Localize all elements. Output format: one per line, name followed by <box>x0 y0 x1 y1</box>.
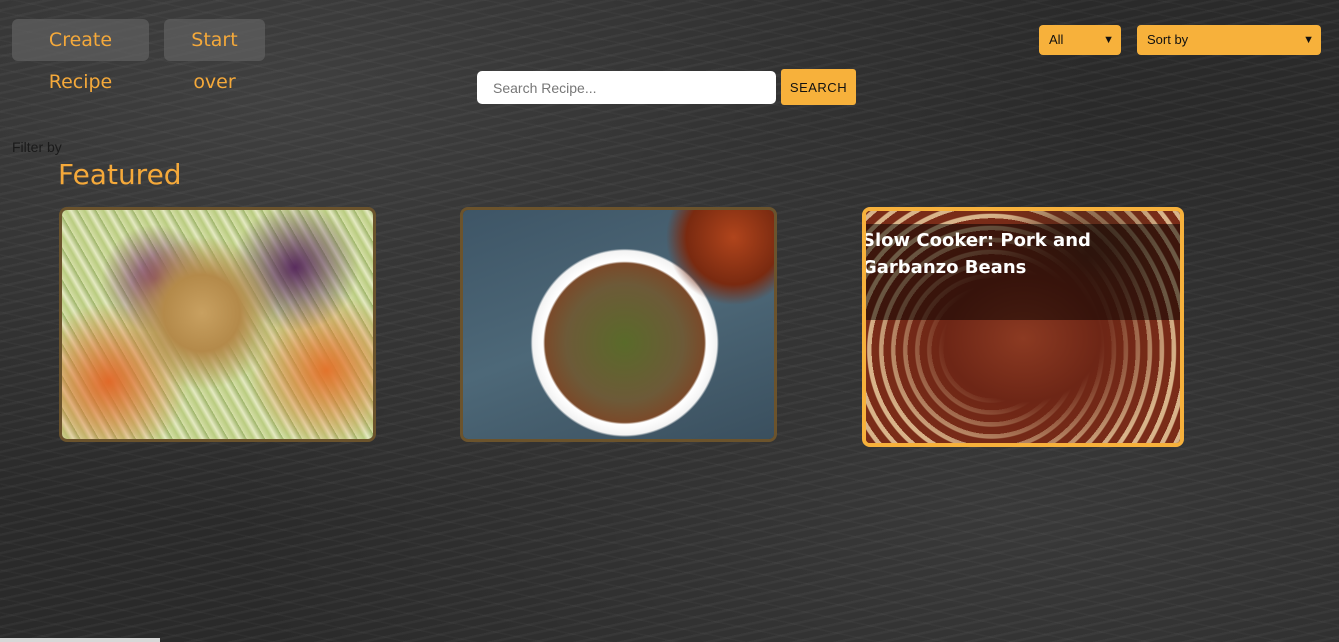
sort-select[interactable]: Sort by ▼ <box>1137 25 1321 55</box>
search-button[interactable]: SEARCH <box>781 69 856 105</box>
create-recipe-button[interactable]: Create Recipe <box>12 19 149 93</box>
recipe-card-salad[interactable] <box>59 207 376 442</box>
type-filter-select[interactable]: All ▼ <box>1039 25 1121 55</box>
salad-image <box>62 210 373 439</box>
type-filter-value: All <box>1049 32 1064 47</box>
start-over-button[interactable]: Start over <box>164 19 265 93</box>
quinoa-bowl-image <box>463 210 774 439</box>
search-input[interactable] <box>477 71 776 104</box>
filter-by-label: Filter by <box>12 139 62 155</box>
recipe-card-title: Slow Cooker: Pork and Garbanzo Beans <box>862 230 1091 278</box>
status-strip <box>0 638 160 642</box>
chevron-down-icon: ▼ <box>1103 34 1114 46</box>
sort-value: Sort by <box>1147 32 1189 47</box>
recipe-card-quinoa-bowl[interactable] <box>460 207 777 442</box>
recipe-card-pork-beans[interactable]: Slow Cooker: Pork and Garbanzo Beans <box>862 207 1184 447</box>
featured-heading: Featured <box>58 158 182 191</box>
chevron-down-icon: ▼ <box>1303 34 1314 46</box>
